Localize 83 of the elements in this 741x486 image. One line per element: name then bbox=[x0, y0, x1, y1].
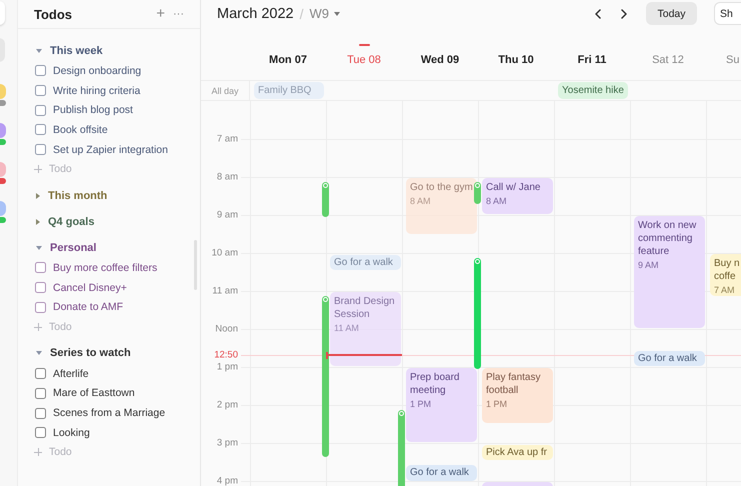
checkbox[interactable] bbox=[35, 85, 46, 96]
day-header[interactable]: Fri 11 bbox=[578, 54, 606, 66]
todo-item[interactable]: Scenes from a Marriage bbox=[53, 407, 166, 420]
month-title: March 2022 bbox=[217, 6, 294, 22]
event-block[interactable]: Go for a walk bbox=[406, 465, 477, 481]
checkbox[interactable] bbox=[35, 388, 46, 399]
now-marker bbox=[326, 352, 328, 359]
hour-label: 11 am bbox=[211, 286, 238, 296]
all-day-label: All day bbox=[201, 81, 250, 100]
checkbox[interactable] bbox=[35, 262, 46, 274]
group-header[interactable]: Series to watch bbox=[18, 344, 200, 363]
hour-label: 9 am bbox=[216, 210, 238, 220]
event-block[interactable]: Work on new commenting feature 9 AM bbox=[634, 216, 705, 328]
todo-item[interactable]: Cancel Disney+ bbox=[53, 282, 127, 294]
plus-icon bbox=[34, 448, 42, 456]
separator: / bbox=[300, 6, 304, 22]
time-bar[interactable] bbox=[474, 182, 481, 204]
checkbox[interactable] bbox=[35, 104, 46, 116]
day-header[interactable]: Wed 09 bbox=[420, 54, 460, 66]
avatar-icon[interactable] bbox=[0, 162, 6, 177]
share-button[interactable]: Sh bbox=[714, 2, 741, 25]
checkbox[interactable] bbox=[35, 65, 46, 76]
event-block[interactable]: Pick Ava up fr bbox=[482, 445, 553, 460]
hour-label: 2 pm bbox=[216, 400, 238, 410]
day-header[interactable]: Su bbox=[726, 54, 740, 66]
current-time-label: 12:50 bbox=[213, 350, 238, 360]
time-bar[interactable] bbox=[322, 182, 329, 217]
event-block[interactable]: Play fantasy football 1 PM bbox=[482, 368, 553, 423]
day-header[interactable]: Mon 07 bbox=[269, 54, 307, 66]
todo-item[interactable]: Book offsite bbox=[53, 124, 108, 136]
day-header[interactable]: Sat 12 bbox=[652, 54, 684, 66]
week-selector[interactable]: W9 bbox=[309, 6, 329, 21]
hour-label: 1 pm bbox=[216, 362, 238, 372]
checkbox[interactable] bbox=[35, 302, 46, 313]
all-day-event[interactable]: Yosemite hike bbox=[558, 82, 628, 99]
hour-label: 3 pm bbox=[216, 438, 238, 448]
expand-icon[interactable] bbox=[36, 192, 40, 199]
day-header[interactable]: Tue 08 bbox=[347, 54, 381, 66]
expand-icon[interactable] bbox=[36, 218, 40, 225]
group-header[interactable]: Q4 goals bbox=[18, 212, 200, 232]
time-bar[interactable] bbox=[474, 258, 481, 369]
checkbox[interactable] bbox=[35, 427, 46, 438]
avatar-icon[interactable] bbox=[0, 123, 6, 138]
avatar-icon[interactable] bbox=[0, 201, 6, 216]
checkbox[interactable] bbox=[35, 282, 46, 294]
group-header[interactable]: This week bbox=[18, 41, 200, 60]
event-block[interactable]: Prep board meeting 1 PM bbox=[406, 368, 477, 442]
event-block[interactable]: Go for a walk bbox=[330, 255, 401, 270]
hour-label: Noon bbox=[214, 324, 238, 334]
hour-label: 7 am bbox=[216, 134, 238, 144]
todo-item[interactable]: Mare of Easttown bbox=[53, 387, 135, 400]
event-block[interactable]: Go for a walk bbox=[634, 351, 705, 366]
collapse-icon[interactable] bbox=[36, 246, 42, 250]
todo-item[interactable]: Publish blog post bbox=[53, 104, 133, 116]
todo-item[interactable]: Looking bbox=[53, 426, 90, 439]
todo-item[interactable]: Design onboarding bbox=[53, 64, 142, 77]
event-block[interactable]: Go to the gym 8 AM bbox=[406, 178, 477, 234]
sidebar-title: Todos bbox=[34, 6, 74, 22]
collapse-icon[interactable] bbox=[36, 351, 42, 356]
todo-item[interactable]: Donate to AMF bbox=[53, 301, 124, 314]
todo-item[interactable]: Buy more coffee filters bbox=[53, 262, 158, 274]
todo-item[interactable]: Write hiring criteria bbox=[53, 84, 140, 97]
plus-icon bbox=[34, 323, 42, 332]
day-header[interactable]: Thu 10 bbox=[498, 54, 534, 66]
checkbox[interactable] bbox=[35, 368, 46, 380]
event-block[interactable]: Call w/ Jane 8 AM bbox=[482, 178, 553, 214]
today-button[interactable]: Today bbox=[646, 2, 697, 25]
hour-label: 4 pm bbox=[216, 476, 238, 486]
hour-label: 8 am bbox=[216, 172, 238, 182]
collapse-icon[interactable] bbox=[36, 48, 42, 52]
checkbox[interactable] bbox=[35, 408, 46, 419]
group-header[interactable]: Personal bbox=[18, 238, 200, 258]
event-block[interactable]: Brand Design Session 11 AM bbox=[330, 292, 401, 366]
checkbox[interactable] bbox=[35, 124, 46, 136]
todo-item[interactable]: Afterlife bbox=[53, 368, 89, 380]
event-block[interactable]: Buy n coffe 7 AM bbox=[710, 254, 741, 296]
checkbox[interactable] bbox=[35, 144, 46, 156]
group-header[interactable]: This month bbox=[18, 186, 200, 206]
plus-icon bbox=[34, 165, 42, 174]
todo-item[interactable]: Set up Zapier integration bbox=[53, 144, 168, 156]
hour-label: 10 am bbox=[210, 248, 238, 258]
time-bar[interactable] bbox=[398, 410, 405, 486]
caret-icon[interactable] bbox=[334, 12, 340, 16]
